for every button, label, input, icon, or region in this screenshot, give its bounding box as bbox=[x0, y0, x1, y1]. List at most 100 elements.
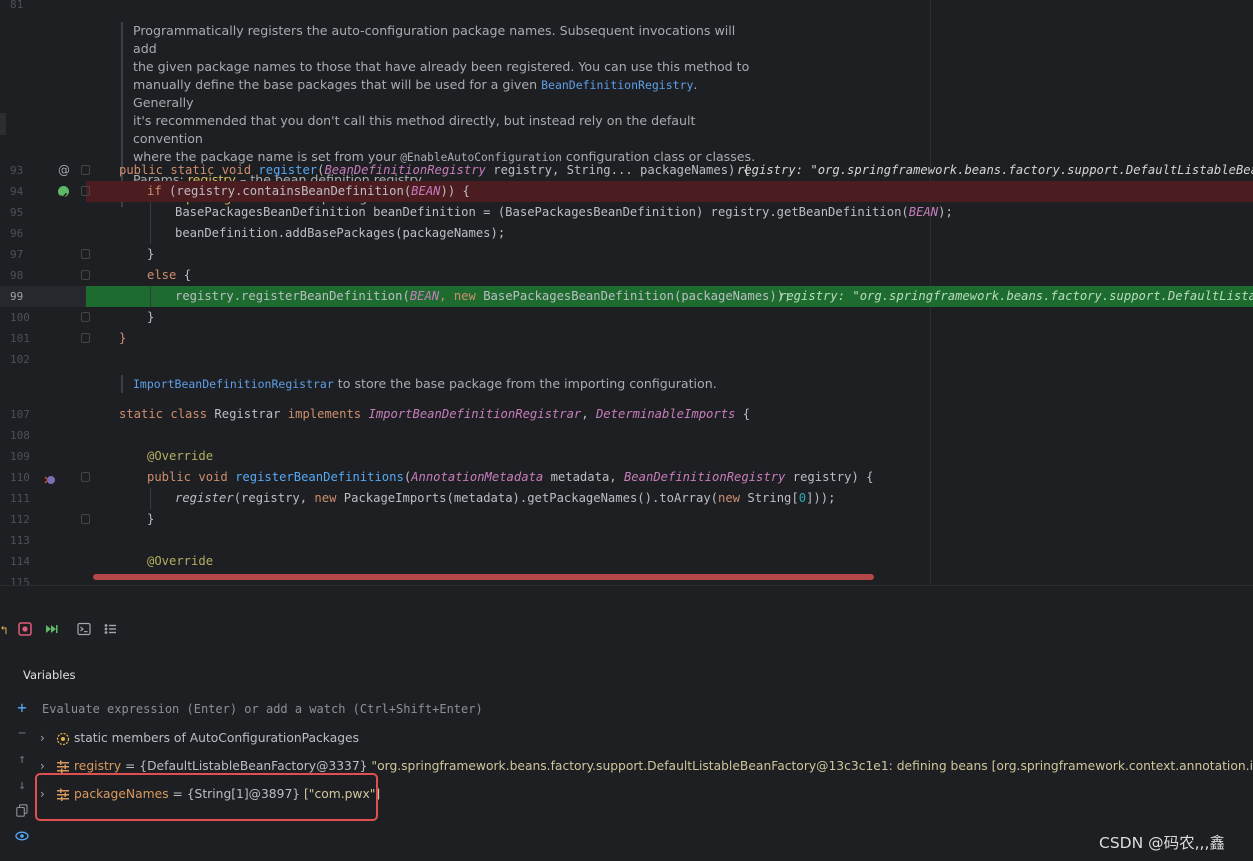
doc-text: to store the base package from the impor… bbox=[333, 376, 717, 391]
code-text: } bbox=[147, 247, 155, 261]
code-line-99[interactable]: 99 registry.registerBeanDefinition(BEAN,… bbox=[0, 286, 1253, 307]
code-line-113[interactable]: 113 bbox=[0, 530, 1253, 551]
add-watch-icon[interactable]: + bbox=[14, 700, 30, 716]
code-line-96[interactable]: 96 beanDefinition.addBasePackages(packag… bbox=[0, 223, 1253, 244]
code-line-110[interactable]: 110 public void registerBeanDefinitions(… bbox=[0, 467, 1253, 488]
line-number: 108 bbox=[10, 429, 30, 442]
horizontal-scrollbar[interactable] bbox=[93, 574, 874, 580]
doc-comment-registrar: ImportBeanDefinitionRegistrar to store t… bbox=[121, 375, 761, 393]
variable-type: {DefaultListableBeanFactory@3337} bbox=[139, 759, 372, 773]
line-number: 101 bbox=[10, 332, 30, 345]
line-number: 115 bbox=[10, 576, 30, 585]
doc-link-bean-definition-registry[interactable]: BeanDefinitionRegistry bbox=[541, 78, 693, 92]
stop-icon[interactable] bbox=[17, 622, 33, 638]
expand-chevron-icon[interactable]: › bbox=[40, 727, 45, 749]
fold-marker[interactable] bbox=[81, 270, 90, 280]
doc-line: it's recommended that you don't call thi… bbox=[133, 113, 696, 146]
code-line-94[interactable]: 94 if (registry.containsBeanDefinition(B… bbox=[0, 181, 1253, 202]
implements-at-icon[interactable]: @ bbox=[58, 160, 70, 181]
code-text: public void registerBeanDefinitions(Anno… bbox=[147, 470, 874, 484]
variable-equals: = bbox=[121, 759, 140, 773]
highlight-annotation-box bbox=[35, 773, 378, 821]
move-up-icon[interactable]: ↑ bbox=[14, 752, 30, 768]
code-text: register(registry, new PackageImports(me… bbox=[175, 491, 836, 505]
remove-watch-icon[interactable]: − bbox=[14, 726, 30, 742]
code-editor[interactable]: 81 Programmatically registers the auto-c… bbox=[0, 0, 1253, 585]
line-number: 94 bbox=[10, 185, 24, 198]
indent-guide bbox=[150, 202, 151, 244]
code-text: BasePackagesBeanDefinition beanDefinitio… bbox=[175, 205, 953, 219]
line-number: 107 bbox=[10, 408, 30, 421]
code-text: beanDefinition.addBasePackages(packageNa… bbox=[175, 226, 506, 240]
step-out-icon[interactable]: ↰ bbox=[0, 622, 12, 638]
line-number: 110 bbox=[10, 471, 30, 484]
fold-marker[interactable] bbox=[81, 472, 90, 482]
doc-line: manually define the base packages that w… bbox=[133, 76, 761, 112]
code-line-93[interactable]: 93 @ public static void register(BeanDef… bbox=[0, 160, 1253, 181]
resume-program-icon[interactable] bbox=[43, 622, 59, 638]
code-line-107[interactable]: 107 static class Registrar implements Im… bbox=[0, 404, 1253, 425]
breakpoint-check-icon[interactable] bbox=[58, 186, 69, 199]
console-icon[interactable] bbox=[76, 622, 92, 638]
override-icon[interactable] bbox=[44, 471, 56, 484]
line-number: 99 bbox=[10, 290, 24, 303]
code-line-95[interactable]: 95 BasePackagesBeanDefinition beanDefini… bbox=[0, 202, 1253, 223]
variables-title: Variables bbox=[23, 668, 76, 682]
code-line-108[interactable]: 108 bbox=[0, 425, 1253, 446]
code-line-112[interactable]: 112 } bbox=[0, 509, 1253, 530]
line-number: 112 bbox=[10, 513, 30, 526]
doc-link-import-bean-definition-registrar[interactable]: ImportBeanDefinitionRegistrar bbox=[133, 377, 334, 391]
code-text: registry.registerBeanDefinition(BEAN, ne… bbox=[175, 289, 792, 303]
code-line-114[interactable]: 114 @Override bbox=[0, 551, 1253, 572]
code-line-97[interactable]: 97 } bbox=[0, 244, 1253, 265]
variable-row-static-members[interactable]: › static members of AutoConfigurationPac… bbox=[36, 727, 1253, 749]
line-number: 93 bbox=[10, 164, 24, 177]
code-line-102[interactable]: 102 bbox=[0, 349, 1253, 370]
fold-marker[interactable] bbox=[81, 186, 90, 196]
code-line-100[interactable]: 100 } bbox=[0, 307, 1253, 328]
line-number: 102 bbox=[10, 353, 30, 366]
fold-marker[interactable] bbox=[81, 165, 90, 175]
code-line-81[interactable]: 81 bbox=[0, 0, 1253, 15]
indent-guide bbox=[150, 286, 151, 307]
indent-guide bbox=[150, 488, 151, 509]
code-line-101[interactable]: 101 } bbox=[0, 328, 1253, 349]
copy-icon[interactable] bbox=[14, 804, 30, 820]
line-number: 95 bbox=[10, 206, 24, 219]
code-text: } bbox=[119, 331, 127, 345]
code-text: @Override bbox=[147, 554, 214, 568]
watermark: CSDN @码农,,,鑫 bbox=[1099, 834, 1225, 852]
line-number: 114 bbox=[10, 555, 30, 568]
line-number: 98 bbox=[10, 269, 24, 282]
view-icon[interactable] bbox=[14, 830, 30, 846]
line-number: 97 bbox=[10, 248, 24, 261]
fold-marker[interactable] bbox=[81, 514, 90, 524]
line-number: 111 bbox=[10, 492, 30, 505]
field-icon bbox=[56, 759, 70, 773]
move-down-icon[interactable]: ↓ bbox=[14, 778, 30, 794]
inline-debug-value: registry: "org.springframework.beans.fac… bbox=[779, 289, 1253, 303]
code-line-109[interactable]: 109 @Override bbox=[0, 446, 1253, 467]
variable-name: registry bbox=[74, 759, 122, 773]
line-number: 96 bbox=[10, 227, 24, 240]
layout-list-icon[interactable] bbox=[102, 622, 118, 638]
doc-text: manually define the base packages that w… bbox=[133, 77, 542, 92]
tool-strip-marker bbox=[0, 113, 6, 135]
static-members-icon bbox=[56, 731, 70, 746]
line-number: 81 bbox=[10, 0, 24, 11]
code-text: if (registry.containsBeanDefinition(BEAN… bbox=[147, 184, 470, 198]
code-line-98[interactable]: 98 else { bbox=[0, 265, 1253, 286]
code-text: } bbox=[147, 512, 155, 526]
doc-line: Programmatically registers the auto-conf… bbox=[133, 23, 736, 56]
fold-marker[interactable] bbox=[81, 312, 90, 322]
line-number: 109 bbox=[10, 450, 30, 463]
fold-marker[interactable] bbox=[81, 333, 90, 343]
variable-value: "org.springframework.beans.factory.suppo… bbox=[371, 759, 1253, 773]
code-text: } bbox=[147, 310, 155, 324]
code-line-111[interactable]: 111 register(registry, new PackageImport… bbox=[0, 488, 1253, 509]
code-text: public static void register(BeanDefiniti… bbox=[119, 163, 751, 177]
variable-label: static members of AutoConfigurationPacka… bbox=[74, 731, 360, 745]
fold-marker[interactable] bbox=[81, 249, 90, 259]
code-text: static class Registrar implements Import… bbox=[119, 407, 751, 421]
evaluate-expression-input[interactable]: Evaluate expression (Enter) or add a wat… bbox=[42, 702, 483, 716]
